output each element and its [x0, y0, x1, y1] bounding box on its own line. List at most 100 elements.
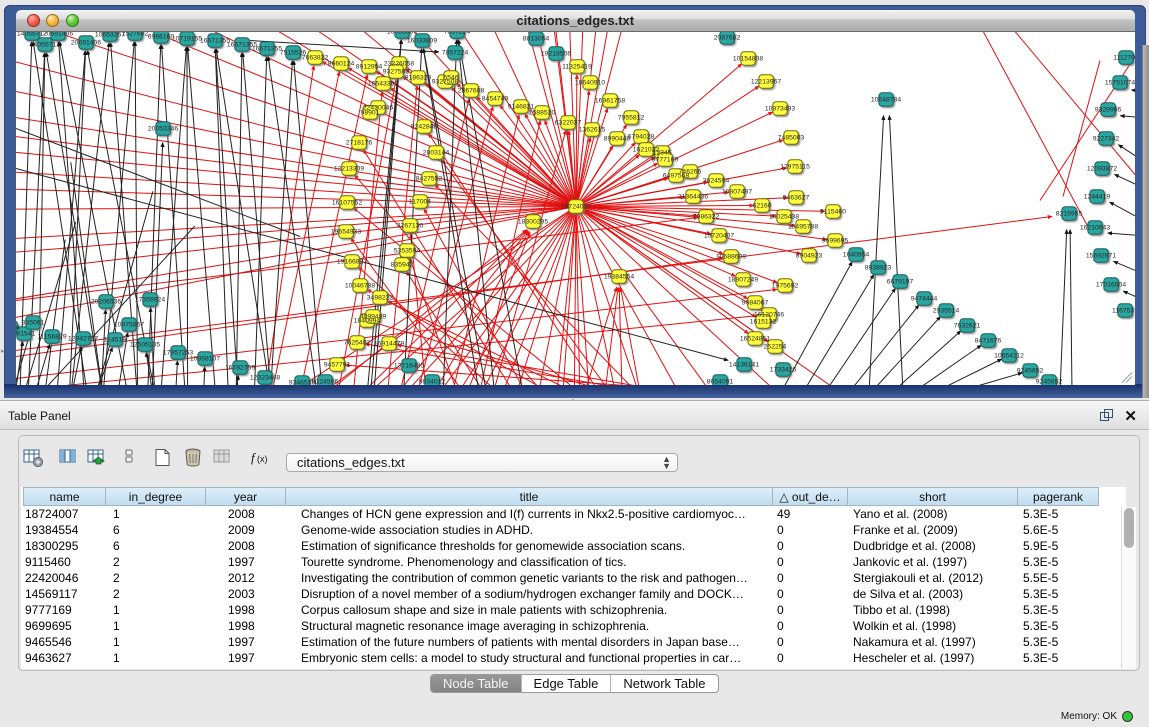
svg-text:1975692: 1975692 [772, 282, 799, 289]
svg-text:8654091: 8654091 [707, 378, 734, 385]
svg-text:4099489: 4099489 [360, 313, 387, 320]
svg-text:8904923: 8904923 [796, 252, 823, 259]
svg-text:10653267: 10653267 [95, 32, 125, 39]
svg-text:17016504: 17016504 [1096, 281, 1126, 288]
svg-text:2087682: 2087682 [714, 34, 741, 41]
svg-text:9245652: 9245652 [1036, 378, 1063, 385]
svg-text:335061: 335061 [22, 319, 45, 326]
svg-text:8471676: 8471676 [975, 337, 1002, 344]
svg-text:19384554: 19384554 [604, 273, 634, 280]
svg-text:12975115: 12975115 [780, 163, 810, 170]
svg-text:9463627: 9463627 [783, 194, 810, 201]
svg-text:8186323: 8186323 [405, 74, 432, 81]
svg-text:391541: 391541 [16, 330, 36, 337]
svg-text:15751074: 15751074 [1105, 79, 1135, 86]
svg-text:16033809: 16033809 [387, 32, 417, 36]
svg-text:5353594: 5353594 [394, 247, 421, 254]
svg-text:7955812: 7955812 [618, 114, 645, 121]
svg-text:8215955: 8215955 [1056, 210, 1083, 217]
svg-text:9245652: 9245652 [1017, 367, 1044, 374]
svg-text:7857224: 7857224 [442, 49, 469, 56]
svg-text:7485003: 7485003 [778, 134, 805, 141]
svg-text:1640954: 1640954 [843, 251, 870, 258]
svg-text:10648784: 10648784 [871, 96, 901, 103]
svg-text:16524851: 16524851 [740, 335, 770, 342]
svg-text:117004: 117004 [409, 198, 431, 205]
svg-text:3498222: 3498222 [367, 294, 394, 301]
svg-text:2718176: 2718176 [346, 139, 373, 146]
svg-text:9699695: 9699695 [822, 237, 849, 244]
svg-text:20206536: 20206536 [91, 298, 121, 305]
svg-text:10046788: 10046788 [345, 282, 375, 289]
svg-text:10807487: 10807487 [722, 188, 752, 195]
svg-text:9115460: 9115460 [820, 208, 846, 215]
svg-text:6322037: 6322037 [555, 119, 582, 126]
svg-text:11325419: 11325419 [562, 63, 592, 70]
svg-text:12345: 12345 [653, 149, 672, 156]
svg-text:12505135: 12505135 [130, 341, 160, 348]
svg-text:1112703: 1112703 [1113, 54, 1134, 61]
svg-text:9474444: 9474444 [911, 295, 938, 302]
svg-text:13716485: 13716485 [394, 362, 424, 369]
svg-text:9227342: 9227342 [1093, 135, 1120, 142]
svg-text:20053346: 20053346 [148, 125, 178, 132]
svg-text:10958107: 10958107 [190, 355, 220, 362]
svg-text:19218506: 19218506 [541, 50, 571, 57]
svg-text:12213967: 12213967 [751, 78, 781, 85]
svg-text:9329966: 9329966 [1095, 106, 1122, 113]
svg-text:6966160: 6966160 [148, 33, 175, 40]
svg-text:7986322: 7986322 [693, 213, 720, 220]
svg-text:18300295: 18300295 [518, 218, 548, 225]
svg-text:16543382: 16543382 [368, 80, 398, 87]
svg-text:3267130: 3267130 [397, 222, 424, 229]
svg-text:8124506: 8124506 [312, 378, 339, 385]
svg-text:7857224: 7857224 [444, 32, 471, 36]
svg-text:17957253: 17957253 [163, 349, 193, 356]
svg-text:12093872: 12093872 [1087, 165, 1117, 172]
svg-text:7632621: 7632621 [954, 322, 981, 329]
svg-text:10973493: 10973493 [765, 105, 795, 112]
svg-text:10975867: 10975867 [114, 321, 144, 328]
svg-text:8454749: 8454749 [482, 95, 509, 102]
svg-text:114519: 114519 [104, 336, 126, 343]
svg-text:20691406: 20691406 [43, 32, 73, 38]
svg-text:19654933: 19654933 [331, 228, 361, 235]
svg-text:1362615: 1362615 [579, 126, 606, 133]
svg-text:835942: 835942 [391, 261, 414, 268]
svg-text:7625402: 7625402 [344, 339, 371, 346]
svg-text:11156829: 11156829 [37, 333, 66, 340]
svg-text:23226058: 23226058 [384, 60, 414, 67]
svg-text:1527602: 1527602 [122, 32, 149, 38]
svg-text:16210643: 16210643 [1080, 224, 1110, 231]
svg-text:16671355: 16671355 [252, 45, 282, 52]
svg-text:8938923: 8938923 [865, 264, 892, 271]
svg-text:10654112: 10654112 [994, 352, 1024, 359]
svg-text:16914479: 16914479 [374, 340, 404, 347]
svg-text:15495788: 15495788 [788, 223, 818, 230]
svg-text:10719155: 10719155 [172, 35, 202, 42]
svg-text:15720407: 15720407 [704, 232, 734, 239]
svg-text:1588520: 1588520 [529, 109, 556, 116]
svg-text:9457791: 9457791 [324, 361, 351, 368]
svg-text:8990448: 8990448 [604, 135, 631, 142]
svg-text:9834012: 9834012 [419, 378, 446, 385]
svg-text:8813054: 8813054 [523, 35, 550, 42]
svg-text:10688609: 10688609 [716, 253, 746, 260]
svg-text:12942737: 12942737 [68, 335, 98, 342]
svg-text:8660124: 8660124 [328, 60, 355, 67]
svg-text:1167531: 1167531 [1112, 307, 1134, 314]
svg-text:18724007: 18724007 [561, 203, 591, 210]
svg-text:2803144: 2803144 [423, 149, 450, 156]
svg-text:16033809: 16033809 [407, 37, 437, 44]
svg-text:3624554: 3624554 [703, 177, 730, 184]
svg-text:12323448: 12323448 [250, 374, 280, 381]
svg-text:2867608: 2867608 [458, 87, 485, 94]
svg-text:6679197: 6679197 [887, 278, 914, 285]
svg-text:746266: 746266 [679, 168, 702, 175]
svg-text:2935514: 2935514 [933, 307, 960, 314]
svg-text:7663822: 7663822 [302, 54, 329, 61]
svg-text:20691406: 20691406 [71, 39, 101, 46]
svg-text:18807249: 18807249 [728, 276, 758, 283]
svg-text:1615132: 1615132 [750, 318, 777, 325]
svg-text:15692971: 15692971 [1086, 252, 1116, 259]
